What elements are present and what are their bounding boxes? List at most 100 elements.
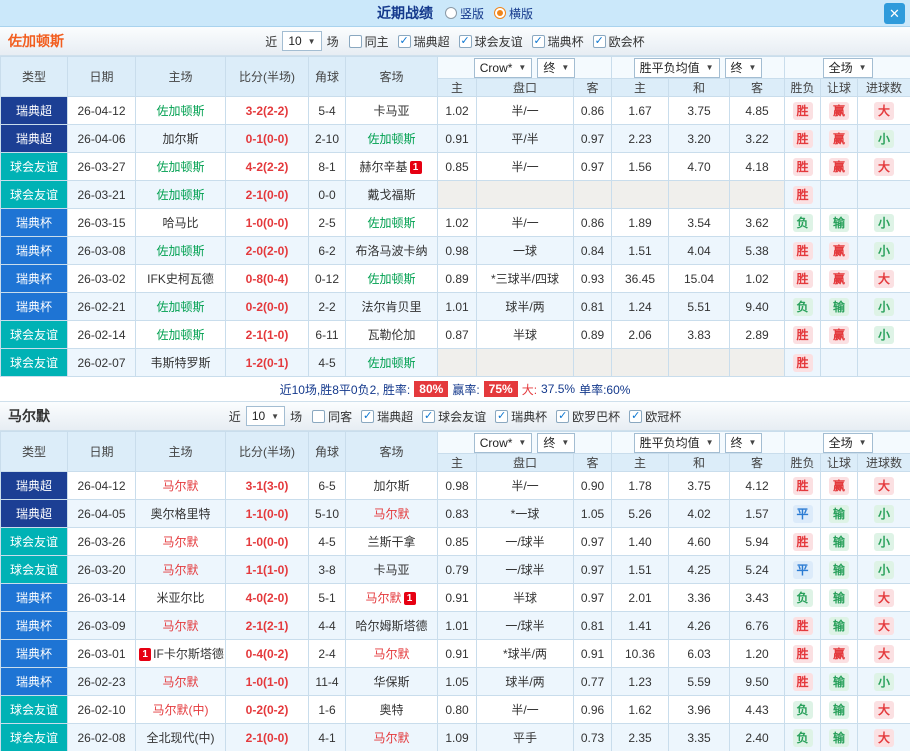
mean-final-dropdown[interactable]: 终 ▼ (724, 57, 763, 78)
handicap-line: 平/半 (476, 124, 574, 153)
filter-checkbox-label: 瑞典超 (413, 34, 450, 49)
filter-checkbox[interactable]: ✓ 欧罗巴杯 (556, 408, 620, 425)
bookmaker-dropdown[interactable]: Crow* ▼ (473, 57, 533, 78)
match-score: 4-0(2-0) (225, 583, 309, 612)
recent-count-dropdown[interactable]: 10 ▼ (282, 31, 322, 51)
match-row: 瑞典超 26-04-06 加尔斯 0-1(0-0) 2-10 佐加顿斯 0.91 平/半 0.9… (0, 124, 910, 153)
handicap-line: 球半/两 (476, 667, 574, 696)
filter-checkbox[interactable]: ✓ 瑞典超 (361, 408, 413, 425)
corner-score: 2-10 (308, 124, 346, 153)
checkbox-checked-icon: ✓ (422, 409, 436, 423)
away-team: 马尔默 1 (345, 583, 438, 612)
away-team: 兰斯干拿 (345, 527, 438, 556)
result-badge-cell: 负 (784, 723, 822, 751)
recent-count-dropdown[interactable]: 10 ▼ (245, 406, 286, 426)
handicap-line: *一球 (476, 499, 574, 528)
filter-checkbox[interactable]: ✓ 球会友谊 (458, 33, 523, 50)
layout-radio[interactable]: 竖版 (444, 5, 484, 22)
handicap-result-badge: 赢 (829, 241, 850, 260)
handicap-line: 半/一 (476, 208, 574, 237)
table-header-row: 类型 日期 主场 比分(半场) 角球 客场 Crow* ▼ 终 ▼ 胜平负均值 ▼ 终… (0, 56, 910, 97)
recent-label: 近 (265, 34, 278, 49)
corner-score: 11-4 (308, 667, 346, 696)
mean-type-dropdown[interactable]: 胜平负均值 ▼ (633, 57, 720, 78)
result-badge: 胜 (792, 129, 813, 148)
filter-checkbox[interactable]: ✓ 欧会杯 (592, 33, 645, 50)
team-name-text: 加尔斯 (373, 479, 410, 493)
checkbox-unchecked-icon (348, 34, 362, 48)
team-name-text: 佐加顿斯 (367, 132, 416, 146)
match-date: 26-02-07 (67, 348, 136, 377)
chevron-down-icon: ▼ (518, 438, 527, 447)
filter-checkbox[interactable]: ✓ 球会友谊 (422, 408, 486, 425)
close-button[interactable]: ✕ (884, 3, 905, 24)
result-badge-cell: 胜 (784, 611, 822, 640)
filter-checkbox[interactable]: 同客 (312, 408, 352, 425)
mean-draw: 3.20 (668, 124, 731, 153)
filter-checkbox[interactable]: ✓ 瑞典杯 (495, 408, 547, 425)
filter-checkbox[interactable]: ✓ 欧冠杯 (629, 408, 681, 425)
goals-result-badge: 大 (874, 269, 895, 288)
team-name: 佐加顿斯 (8, 33, 64, 49)
dropdown-value: 胜平负均值 (639, 61, 700, 75)
competition-filter-list: 同主 ✓ 瑞典超 ✓ 球会友谊 ✓ 瑞典杯 ✓ 欧会杯 (348, 33, 645, 50)
handicap-result-badge-cell: 输 (820, 527, 859, 556)
league-badge: 瑞典超 (0, 124, 68, 153)
handicap-result-badge-cell: 输 (820, 292, 859, 321)
match-score: 1-1(1-0) (225, 555, 309, 584)
goals-result-badge: 大 (874, 700, 895, 719)
filter-checkbox[interactable]: ✓ 瑞典超 (397, 33, 450, 50)
result-badge: 胜 (792, 532, 813, 551)
filter-checkbox[interactable]: 同主 (348, 33, 389, 50)
mean-home: 1.41 (611, 611, 670, 640)
goals-result-badge-cell: 小 (857, 124, 910, 153)
filter-checkbox[interactable]: ✓ 瑞典杯 (531, 33, 584, 50)
mean-away: 9.40 (729, 292, 786, 321)
match-score: 2-1(1-0) (225, 320, 309, 349)
scope-dropdown[interactable]: 全场 ▼ (822, 432, 873, 453)
goals-result-badge: 小 (874, 325, 895, 344)
match-date: 26-03-09 (67, 611, 136, 640)
odds-home: 0.91 (437, 124, 477, 153)
home-team: IFK史柯瓦德 (135, 264, 226, 293)
match-row: 瑞典杯 26-03-09 马尔默 2-1(2-1) 4-4 哈尔姆斯塔德 1.01 一/球半 0… (0, 611, 910, 640)
home-team: 全北现代(中) (135, 723, 226, 751)
odds-away: 0.96 (572, 695, 613, 724)
home-team: 1 IF卡尔斯塔德 (135, 639, 226, 668)
match-date: 26-02-21 (67, 292, 136, 321)
mean-type-dropdown[interactable]: 胜平负均值 ▼ (633, 432, 720, 453)
handicap-result-badge: 输 (829, 700, 850, 719)
goals-result-badge: 小 (874, 241, 895, 260)
checkbox-checked-icon: ✓ (495, 409, 509, 423)
dropdown-value: 终 (543, 61, 556, 75)
odds-final-dropdown[interactable]: 终 ▼ (537, 57, 576, 78)
checkbox-unchecked-icon (312, 409, 326, 423)
layout-radio[interactable]: 横版 (494, 5, 533, 22)
stats-summary-bar: 近10场,胜8平0负2, 胜率: 80% 赢率: 75% 大: 37.5% 单率:60% (0, 377, 910, 402)
team-name-text: 马尔默 (373, 731, 410, 745)
handicap-result-badge: 赢 (829, 476, 850, 495)
odds-final-dropdown[interactable]: 终 ▼ (537, 432, 576, 453)
odds-home: 0.79 (437, 555, 477, 584)
scope-dropdown[interactable]: 全场 ▼ (822, 57, 873, 78)
chevron-down-icon: ▼ (858, 438, 867, 447)
mean-final-dropdown[interactable]: 终 ▼ (724, 432, 763, 453)
scope-header-group: 全场 ▼ (784, 56, 910, 79)
odds-home: 0.98 (437, 471, 477, 500)
match-score: 3-1(3-0) (225, 471, 309, 500)
summary-part: 近10场,胜8平0负2, 胜率: (279, 382, 411, 397)
result-badge: 胜 (792, 672, 813, 691)
corner-score: 6-11 (308, 320, 346, 349)
handicap-result-badge: 输 (829, 297, 850, 316)
handicap-line: *三球半/四球 (476, 264, 574, 293)
col-subheader-odds-home: 主 (437, 453, 477, 472)
bookmaker-dropdown[interactable]: Crow* ▼ (473, 432, 533, 453)
result-badge-cell: 平 (784, 555, 822, 584)
checkbox-checked-icon: ✓ (629, 409, 643, 423)
handicap-line: 半/一 (476, 96, 574, 125)
filter-checkbox-label: 同主 (364, 34, 389, 49)
handicap-line: 半/一 (476, 695, 574, 724)
match-date: 26-03-02 (67, 264, 136, 293)
filter-bar: 近 10 ▼ 场 同主 ✓ 瑞典超 ✓ 球会友谊 ✓ 瑞典杯 ✓ 欧会杯 (265, 31, 645, 51)
odds-home (437, 348, 477, 377)
